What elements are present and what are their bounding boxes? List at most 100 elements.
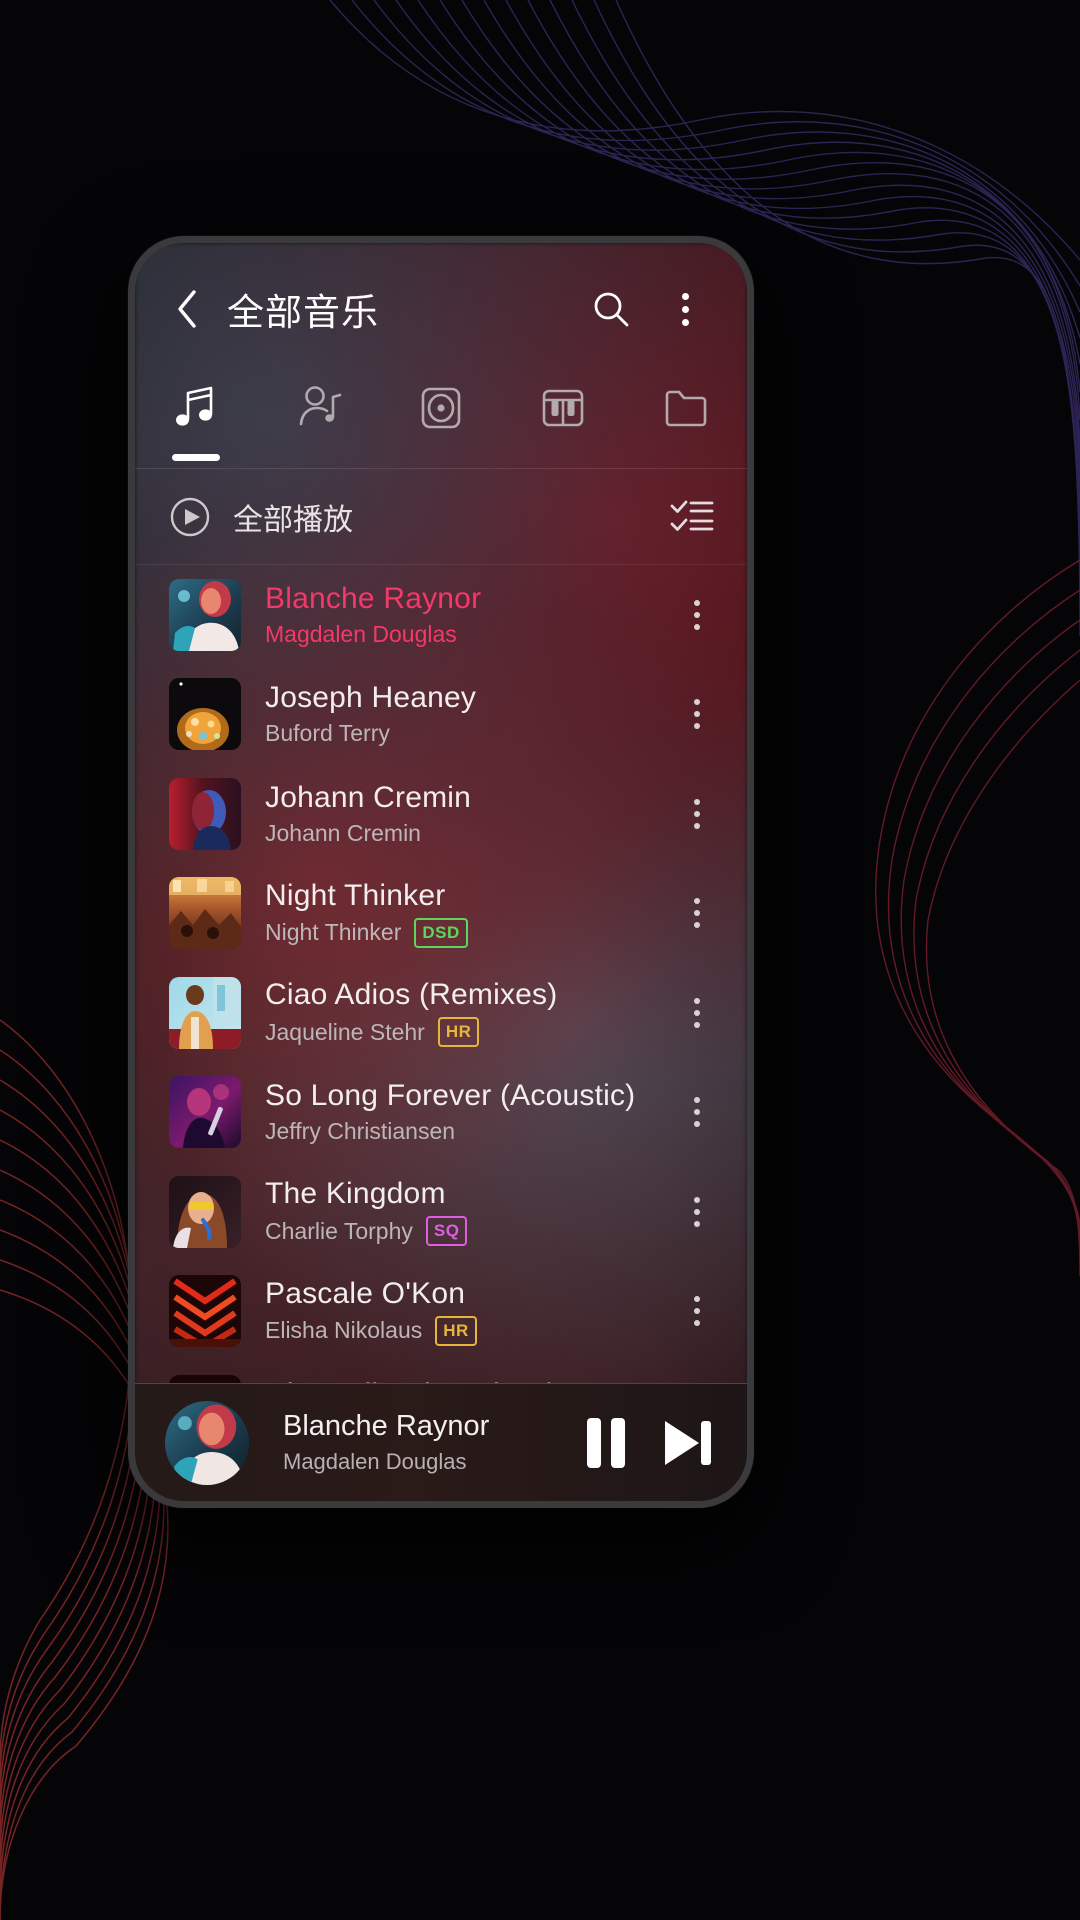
- song-list-item[interactable]: Johann Cremin Johann Cremin: [135, 764, 747, 864]
- mini-player-album-art[interactable]: [165, 1400, 249, 1485]
- chevron-left-icon[interactable]: [165, 287, 209, 331]
- menu-dot: [694, 910, 700, 917]
- tab-folders[interactable]: [625, 375, 747, 469]
- menu-dot: [694, 1097, 700, 1104]
- song-title: Johann Cremin: [265, 780, 472, 814]
- song-list-item[interactable]: Blanche Raynor Magdalen Douglas: [135, 565, 747, 665]
- song-title: Night Thinker: [265, 878, 446, 912]
- song-more-vertical-icon[interactable]: [669, 778, 725, 850]
- song-artist: Jaqueline Stehr: [265, 1018, 425, 1045]
- quality-badge-sq: SQ: [425, 1216, 468, 1247]
- song-album-art: [169, 777, 241, 850]
- song-more-vertical-icon[interactable]: [669, 1275, 725, 1347]
- mini-player-artist: Magdalen Douglas: [283, 1449, 467, 1474]
- song-more-vertical-icon[interactable]: [669, 877, 725, 949]
- song-artist: Elisha Nikolaus: [265, 1317, 423, 1344]
- play-all-label: 全部播放: [233, 503, 353, 537]
- tab-albums[interactable]: [380, 375, 502, 469]
- song-list-item[interactable]: Ciao Adios (Remixes) Jaqueline Stehr HR: [135, 963, 747, 1063]
- artist-icon: [299, 386, 341, 426]
- tab-genres[interactable]: [502, 375, 624, 469]
- skip-next-icon[interactable]: [659, 1417, 713, 1469]
- menu-dot: [694, 798, 700, 805]
- phone-device-frame: 全部音乐 全部播放 Blanche Raynor Magdalen Dougla…: [128, 236, 754, 1508]
- song-list-item[interactable]: Pascale O'Kon Elisha Nikolaus HR: [135, 1262, 747, 1362]
- song-title: So Long Forever (Acoustic): [265, 1079, 636, 1113]
- song-list-item[interactable]: The Kingdom Charlie Torphy SQ: [135, 1162, 747, 1262]
- song-subtitle-row: Jeffry Christiansen: [265, 1118, 669, 1145]
- menu-dot: [694, 1109, 700, 1116]
- mini-player-bar[interactable]: Blanche Raynor Magdalen Douglas: [135, 1383, 747, 1501]
- song-list-item[interactable]: Joseph Heaney Buford Terry: [135, 665, 747, 765]
- music-note-icon: [176, 386, 213, 426]
- tab-songs[interactable]: [135, 375, 257, 469]
- menu-dot: [694, 723, 700, 730]
- song-title: Blanche Raynor: [265, 581, 482, 615]
- album-disc-icon: [421, 387, 461, 429]
- app-top-bar: 全部音乐: [135, 243, 747, 375]
- piano-keys-icon: [543, 389, 584, 427]
- menu-dot: [694, 997, 700, 1004]
- search-icon[interactable]: [583, 281, 639, 337]
- song-text-block: Blanche Raynor Magdalen Douglas: [241, 582, 669, 648]
- song-text-block: Johann Cremin Johann Cremin: [241, 781, 669, 847]
- song-album-art: [169, 1076, 241, 1149]
- song-list-item[interactable]: Ciao Adios (Remixes)Willis Osinski: [135, 1361, 747, 1383]
- song-subtitle-row: Buford Terry: [265, 720, 669, 747]
- menu-dot: [694, 1308, 700, 1315]
- song-text-block: Joseph Heaney Buford Terry: [241, 681, 669, 747]
- menu-dot: [681, 318, 689, 326]
- quality-badge-hr: HR: [437, 1017, 480, 1048]
- menu-dot: [694, 1009, 700, 1016]
- checklist-icon[interactable]: [669, 497, 715, 537]
- song-artist: Charlie Torphy: [265, 1217, 413, 1244]
- song-text-block: Pascale O'Kon Elisha Nikolaus HR: [241, 1277, 669, 1346]
- song-artist: Night Thinker: [265, 919, 402, 946]
- song-artist: Buford Terry: [265, 720, 390, 747]
- song-list-item[interactable]: So Long Forever (Acoustic) Jeffry Christi…: [135, 1063, 747, 1163]
- menu-dot: [694, 611, 700, 618]
- song-list-item[interactable]: Night Thinker Night Thinker DSD: [135, 864, 747, 964]
- song-subtitle-row: Johann Cremin: [265, 820, 669, 847]
- mini-player-title: Blanche Raynor: [283, 1410, 490, 1442]
- song-more-vertical-icon[interactable]: [669, 1076, 725, 1148]
- category-tab-bar: [135, 375, 747, 469]
- song-album-art: [169, 1374, 241, 1383]
- play-all-bar: 全部播放: [135, 469, 747, 565]
- pause-icon[interactable]: [587, 1417, 625, 1468]
- song-subtitle-row: Magdalen Douglas: [265, 621, 669, 648]
- pause-bar: [611, 1417, 625, 1468]
- page-title: 全部音乐: [227, 292, 379, 333]
- song-text-block: The Kingdom Charlie Torphy SQ: [241, 1177, 669, 1247]
- menu-dot: [694, 623, 700, 630]
- song-more-vertical-icon[interactable]: [669, 1375, 725, 1383]
- song-album-art: [169, 1175, 241, 1248]
- active-tab-indicator: [172, 454, 221, 461]
- song-more-vertical-icon[interactable]: [669, 579, 725, 651]
- song-subtitle-row: Night Thinker DSD: [265, 917, 669, 948]
- song-album-art: [169, 877, 241, 950]
- play-all-button[interactable]: 全部播放: [169, 495, 669, 539]
- menu-dot: [694, 1296, 700, 1303]
- menu-dot: [694, 1121, 700, 1128]
- song-album-art: [169, 976, 241, 1049]
- song-list[interactable]: Blanche Raynor Magdalen Douglas Joseph Hea…: [135, 565, 747, 1383]
- song-title: Pascale O'Kon: [265, 1276, 466, 1310]
- pause-bar: [587, 1417, 601, 1468]
- menu-dot: [694, 599, 700, 606]
- song-text-block: Ciao Adios (Remixes) Jaqueline Stehr HR: [241, 978, 669, 1048]
- mini-player-controls: [587, 1417, 713, 1469]
- song-more-vertical-icon[interactable]: [669, 1176, 725, 1248]
- song-more-vertical-icon[interactable]: [669, 678, 725, 750]
- song-more-vertical-icon[interactable]: [669, 977, 725, 1049]
- menu-dot: [694, 1320, 700, 1327]
- menu-dot: [694, 1208, 700, 1215]
- song-text-block: Night Thinker Night Thinker DSD: [241, 879, 669, 948]
- play-circle-icon: [170, 497, 210, 536]
- song-artist: Magdalen Douglas: [265, 620, 457, 647]
- menu-dot: [694, 699, 700, 706]
- mini-player-track-info: Blanche Raynor Magdalen Douglas: [249, 1410, 587, 1475]
- tab-artists[interactable]: [257, 375, 379, 469]
- folder-icon: [665, 390, 707, 427]
- more-vertical-icon[interactable]: [657, 281, 713, 337]
